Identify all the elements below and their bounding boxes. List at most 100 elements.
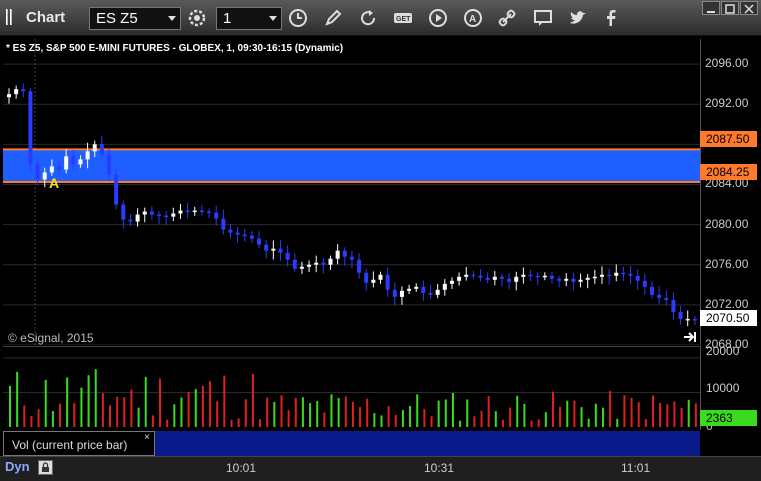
candle-body (657, 294, 662, 298)
chevron-down-icon[interactable] (269, 16, 277, 21)
volume-bar (344, 396, 347, 427)
volume-chart[interactable] (3, 346, 700, 430)
candle-body (578, 279, 583, 282)
candle-body (135, 214, 140, 222)
volume-bar (516, 395, 519, 427)
candle-body (228, 229, 233, 233)
lower-line-price-tag: 2084.25 (700, 164, 757, 180)
facebook-icon[interactable] (600, 8, 622, 28)
symbol-value: ES Z5 (96, 10, 138, 27)
volume-bar (430, 416, 433, 427)
maximize-button[interactable] (721, 1, 739, 15)
volume-bar (423, 409, 426, 427)
volume-close-icon[interactable]: × (144, 432, 150, 443)
candle-body (535, 275, 540, 278)
time-tick: 11:01 (621, 461, 651, 475)
close-button[interactable] (740, 1, 758, 15)
candle-body (428, 292, 433, 295)
volume-study-label[interactable]: Vol (current price bar) (3, 431, 155, 456)
candle-body (621, 272, 626, 275)
volume-bar (309, 403, 312, 427)
drag-grip-icon[interactable] (6, 9, 20, 27)
volume-tick: 20000 (706, 344, 740, 358)
candle-body (28, 91, 33, 165)
candle-body (199, 210, 204, 213)
candle-body (421, 286, 426, 293)
candle-body (485, 277, 490, 280)
candle-body (649, 286, 654, 295)
settings-gear-icon[interactable] (186, 8, 208, 28)
volume-chart-svg (3, 357, 700, 427)
play-icon[interactable] (427, 8, 449, 28)
volume-bar (294, 397, 297, 427)
lock-icon[interactable] (38, 460, 53, 475)
volume-bar (44, 379, 47, 427)
volume-bar (9, 385, 11, 427)
svg-text:A: A (469, 14, 476, 25)
volume-bar (130, 389, 133, 427)
candle-body (464, 274, 469, 277)
twitter-icon[interactable] (567, 8, 589, 28)
candle-body (285, 252, 290, 260)
volume-bar (401, 410, 404, 427)
candle-body (528, 274, 533, 277)
time-tick: 10:01 (226, 461, 257, 475)
volume-bar (501, 419, 504, 427)
minimize-button[interactable] (702, 1, 720, 15)
volume-bar (451, 392, 454, 427)
alert-icon[interactable]: A (462, 8, 484, 28)
candle-body (585, 277, 590, 280)
volume-bar (337, 397, 340, 427)
candle-body (335, 250, 340, 259)
link-icon[interactable] (497, 8, 519, 28)
candle-body (392, 289, 397, 297)
volume-bar (666, 404, 669, 427)
candle-body (471, 274, 476, 277)
volume-bar (166, 419, 169, 427)
price-tick-label: 2072.00 (705, 296, 749, 311)
volume-bar (494, 411, 497, 427)
volume-bar (109, 405, 112, 427)
candle-body (57, 166, 62, 170)
volume-bar (580, 407, 583, 427)
candle-body (149, 211, 154, 215)
pencil-icon[interactable] (322, 8, 344, 28)
volume-bar (201, 385, 204, 427)
price-chart[interactable] (3, 39, 700, 346)
volume-bar (551, 391, 554, 427)
volume-bar (459, 420, 462, 427)
last-price-tag: 2070.50 (700, 310, 757, 326)
volume-bar (630, 397, 633, 427)
volume-bar (51, 411, 54, 427)
volume-bar (187, 391, 190, 427)
marker-a-label[interactable]: A (49, 175, 59, 191)
volume-bar (230, 419, 233, 427)
chevron-down-icon[interactable] (168, 16, 176, 21)
chat-icon[interactable] (532, 8, 554, 28)
volume-bar (173, 404, 176, 427)
candle-body (64, 156, 69, 170)
candle-body (157, 214, 162, 217)
dynamic-mode-button[interactable]: Dyn (5, 459, 30, 474)
volume-bar (366, 398, 369, 427)
volume-bar (244, 399, 247, 427)
volume-bar (609, 390, 612, 427)
candle-body (499, 276, 504, 279)
candle-body (364, 272, 369, 283)
candle-body (14, 89, 19, 95)
volume-bar (209, 381, 212, 427)
candle-body (164, 215, 169, 218)
symbol-input[interactable]: ES Z5 (89, 7, 181, 30)
price-chart-svg (3, 39, 700, 346)
interval-input[interactable]: 1 (216, 7, 282, 30)
candle-body (449, 280, 454, 284)
clock-icon[interactable] (287, 8, 309, 28)
chart-title: * ES Z5, S&P 500 E-MINI FUTURES - GLOBEX… (6, 43, 344, 54)
get-icon[interactable]: GET (392, 8, 414, 28)
price-tick-label: 2096.00 (705, 56, 749, 71)
candle-body (685, 318, 690, 321)
refresh-icon[interactable] (357, 8, 379, 28)
candle-body (314, 262, 319, 265)
volume-bar (194, 388, 197, 427)
scroll-to-end-icon[interactable] (682, 330, 698, 344)
